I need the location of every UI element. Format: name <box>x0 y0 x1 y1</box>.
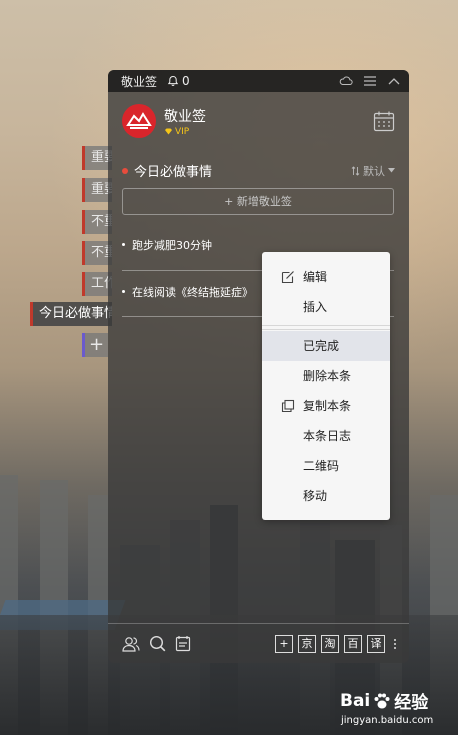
search-button[interactable] <box>148 635 166 653</box>
paw-icon <box>374 693 390 708</box>
tag-today-must-do[interactable]: 今日必做事情 <box>30 302 112 326</box>
profile-name: 敬业签 <box>164 108 206 125</box>
sort-icon <box>351 165 360 176</box>
section-title: 今日必做事情 <box>134 165 213 180</box>
calendar-button[interactable] <box>373 110 395 132</box>
translate-button[interactable]: 译 <box>367 634 385 653</box>
caret-down-icon <box>388 168 395 173</box>
notification-button[interactable]: 0 <box>167 74 190 88</box>
tag-label: 今日必做事情 <box>39 306 112 321</box>
sort-dropdown[interactable]: 默认 <box>351 163 395 179</box>
taobao-button[interactable]: 淘 <box>321 634 339 653</box>
menu-item-label: 插入 <box>303 300 328 314</box>
menu-item-label: 已完成 <box>303 339 340 353</box>
menu-item-complete[interactable]: 已完成 <box>262 331 390 361</box>
menu-item-label: 二维码 <box>303 459 340 473</box>
watermark-brand-right: 经验 <box>394 693 429 713</box>
watermark: Bai 经验 jingyan.baidu.com <box>340 688 456 727</box>
menu-item-label: 复制本条 <box>303 399 352 413</box>
document-list-icon <box>175 636 191 652</box>
menu-item-qrcode[interactable]: 二维码 <box>262 451 390 481</box>
more-options-button[interactable] <box>391 638 399 649</box>
logo-icon <box>126 112 152 129</box>
panel-footer: + 京 淘 百 译 <box>108 623 409 663</box>
calendar-icon <box>373 111 395 132</box>
title-bar[interactable]: 敬业签 0 <box>108 70 409 92</box>
cloud-icon <box>339 76 353 86</box>
menu-item-label: 移动 <box>303 489 328 503</box>
share-button[interactable] <box>122 635 140 653</box>
search-icon <box>149 635 165 652</box>
collapse-button[interactable] <box>387 74 401 88</box>
sort-label: 默认 <box>363 164 385 178</box>
menu-item-label: 编辑 <box>303 270 328 284</box>
vip-badge: VIP <box>164 127 206 137</box>
add-tag-label: + <box>88 334 105 355</box>
copy-icon <box>281 399 295 413</box>
add-note-button[interactable]: + 新增敬业签 <box>122 188 394 215</box>
note-item[interactable]: 跑步减肥30分钟 <box>122 237 394 253</box>
menu-item-copy[interactable]: 复制本条 <box>262 391 390 421</box>
users-icon <box>122 636 140 652</box>
section-color-dot <box>122 167 128 174</box>
quick-add-button[interactable]: + <box>275 634 293 653</box>
notification-count: 0 <box>182 74 190 88</box>
baidu-button[interactable]: 百 <box>344 634 362 653</box>
diamond-icon <box>165 128 172 135</box>
vip-label: VIP <box>175 126 190 137</box>
menu-item-move[interactable]: 移动 <box>262 481 390 511</box>
menu-item-edit[interactable]: 编辑 <box>262 262 390 292</box>
chevron-up-icon <box>388 78 400 85</box>
menu-item-insert[interactable]: 插入 <box>262 292 390 322</box>
user-profile[interactable]: 敬业签 VIP <box>122 104 206 138</box>
menu-item-delete[interactable]: 删除本条 <box>262 361 390 391</box>
menu-item-label: 本条日志 <box>303 429 352 443</box>
menu-separator <box>262 329 390 330</box>
bell-icon <box>167 75 179 87</box>
edit-icon <box>281 271 294 284</box>
menu-button[interactable] <box>363 74 377 88</box>
hamburger-icon <box>364 76 376 86</box>
menu-item-log[interactable]: 本条日志 <box>262 421 390 451</box>
section-header: 今日必做事情 默认 <box>122 161 395 180</box>
app-title: 敬业签 <box>121 74 158 89</box>
menu-item-label: 删除本条 <box>303 369 352 383</box>
menu-separator <box>262 325 390 326</box>
watermark-url: jingyan.baidu.com <box>341 715 434 726</box>
watermark-brand-left: Bai <box>340 690 371 711</box>
avatar[interactable] <box>122 104 156 138</box>
cloud-sync-button[interactable] <box>339 74 353 88</box>
context-menu: 编辑 插入 已完成 删除本条 复制本条 本条日志 二维码 移动 <box>262 252 390 520</box>
add-tag-button[interactable]: + <box>82 333 108 357</box>
notes-button[interactable] <box>174 635 192 653</box>
jd-button[interactable]: 京 <box>298 634 316 653</box>
